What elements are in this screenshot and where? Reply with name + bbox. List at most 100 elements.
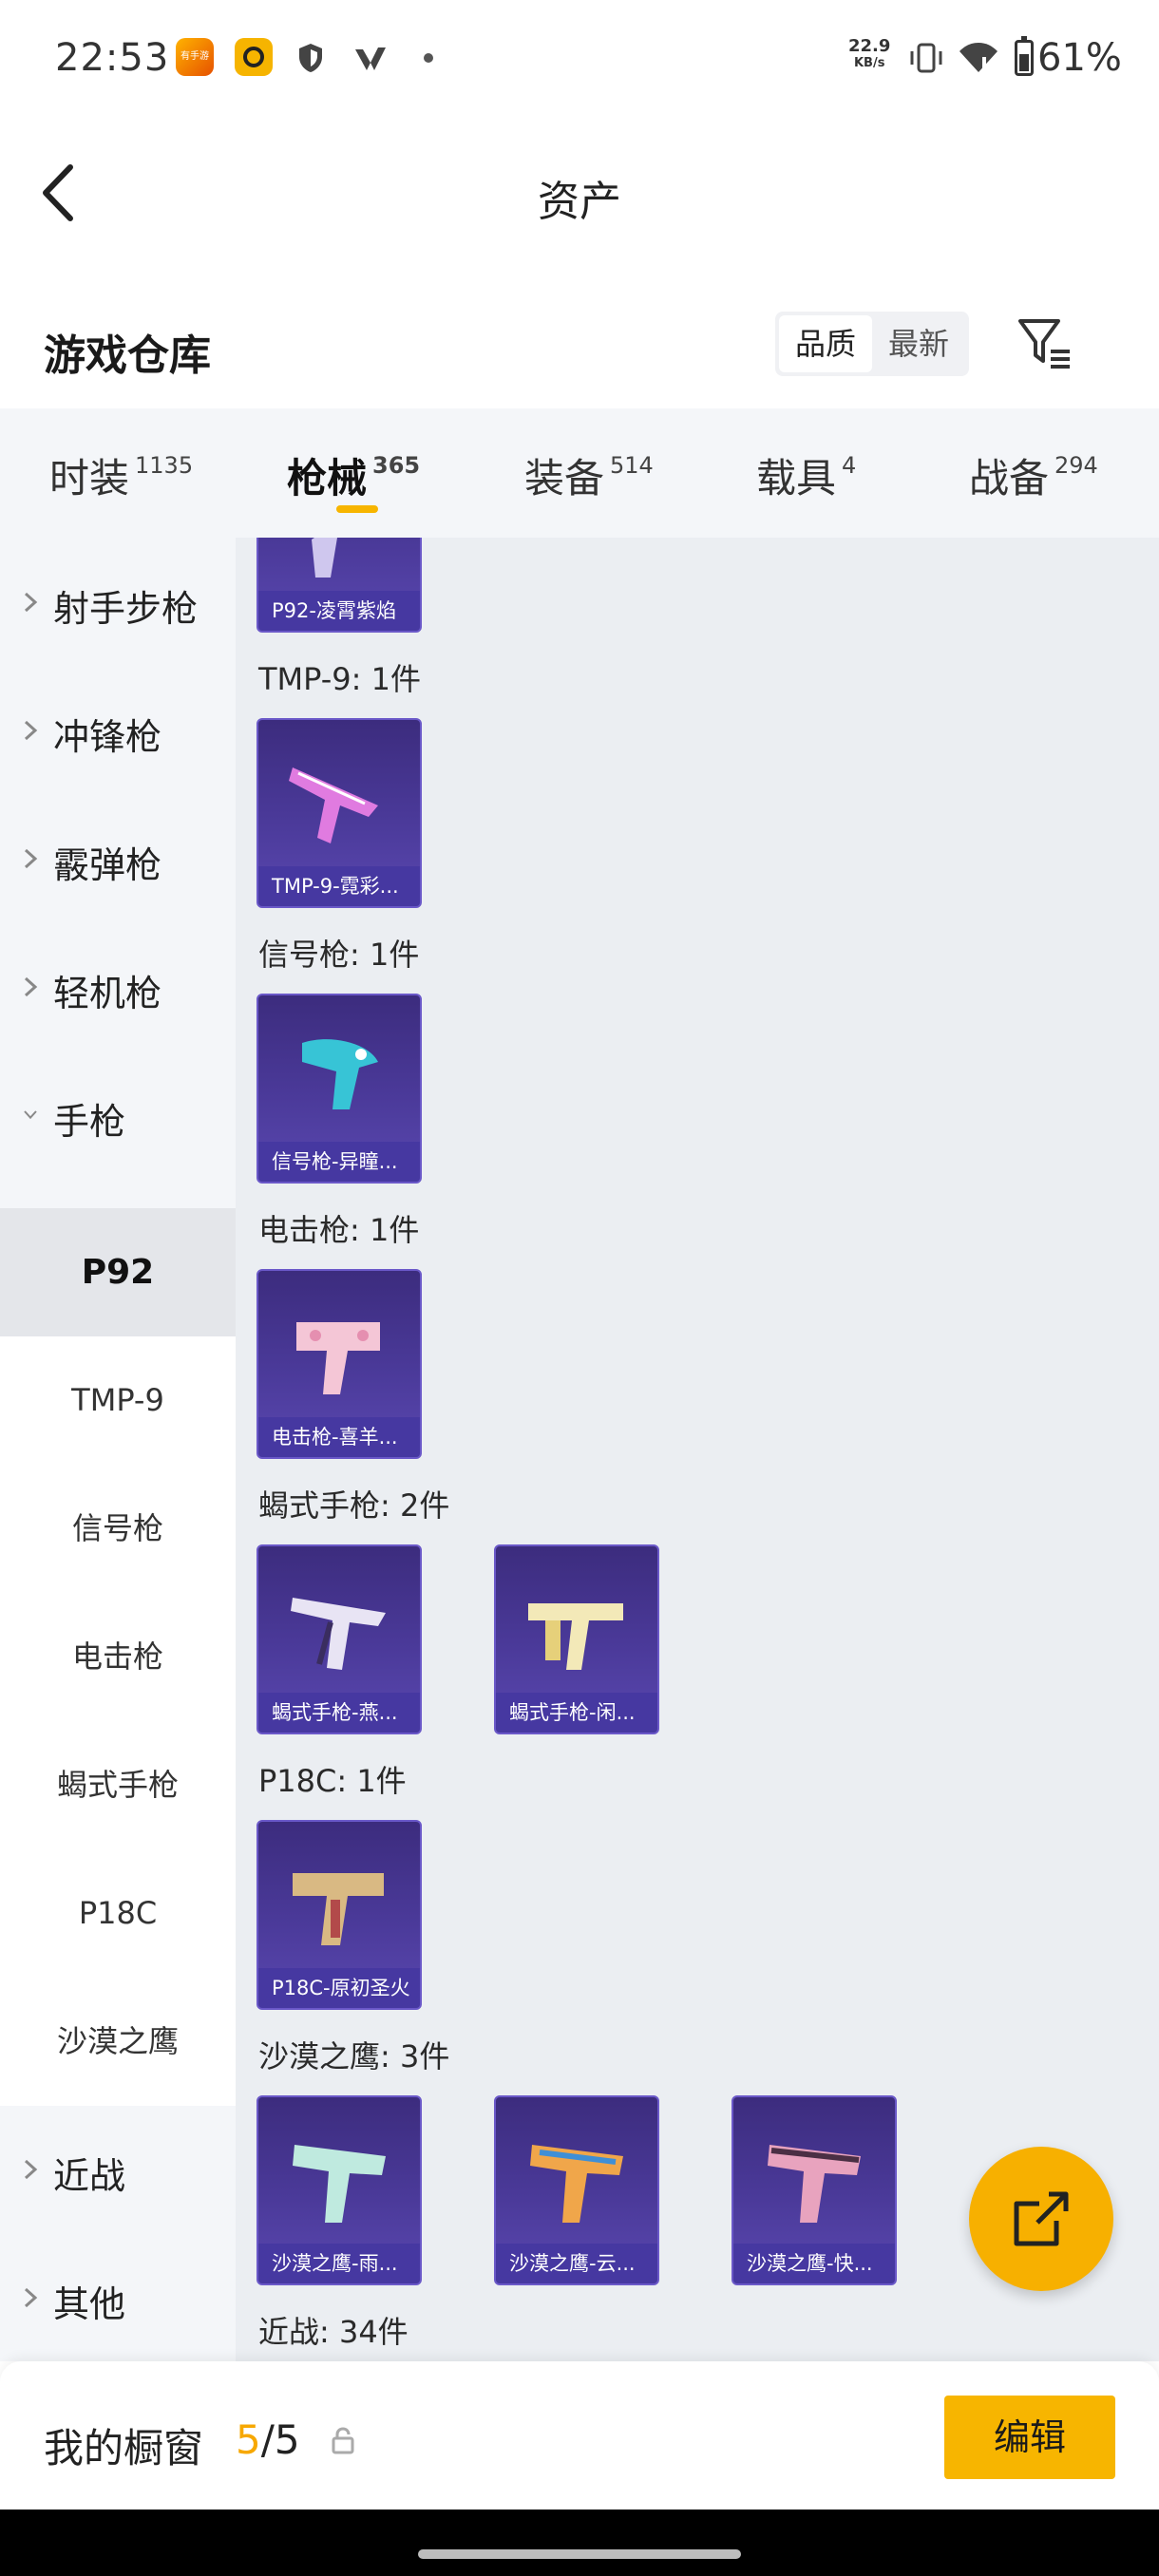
item-grid: P92-凌霄紫焰 TMP-9: 1件 TMP-9-霓彩... 信号枪: 1件 信… (236, 538, 1159, 2361)
group-label: TMP-9: 1件 (258, 661, 421, 697)
battery-icon (1015, 36, 1034, 76)
item-card-label: 沙漠之鹰-云... (496, 2244, 657, 2283)
tab-count: 365 (372, 452, 421, 479)
sidebar-sub-flare-gun[interactable]: 信号枪 (0, 1465, 236, 1593)
item-card[interactable]: P92-凌霄紫焰 (256, 538, 422, 633)
sidebar-item-smg[interactable]: 冲锋枪 (0, 666, 236, 794)
section-title: 游戏仓库 (44, 331, 211, 380)
chevron-down-icon (24, 1110, 37, 1120)
item-card[interactable]: 电击枪-喜羊... (256, 1269, 422, 1459)
pistol-icon (293, 1873, 384, 1945)
sidebar-sub-taser[interactable]: 电击枪 (0, 1593, 236, 1721)
tab-vehicles[interactable]: 载具 4 (756, 446, 856, 504)
v-logo-icon (355, 47, 386, 70)
tab-equipment[interactable]: 装备 514 (524, 446, 654, 504)
sidebar-item-label: 其他 (53, 2283, 126, 2325)
wifi-icon (960, 43, 998, 72)
sort-quality-button[interactable]: 品质 (779, 315, 872, 372)
network-speed-value: 22.9 (848, 36, 891, 56)
showcase-total: 5 (274, 2416, 300, 2463)
desert-eagle-icon (293, 2145, 386, 2223)
tab-combat-gear[interactable]: 战备 294 (969, 446, 1098, 504)
sidebar-item-melee[interactable]: 近战 (0, 2105, 236, 2233)
tab-label: 时装 (49, 455, 130, 502)
chevron-right-icon (24, 592, 38, 613)
chevron-right-icon (24, 848, 38, 869)
battery-percent: 61% (1037, 36, 1122, 80)
tab-label: 载具 (756, 455, 837, 502)
tab-label: 装备 (524, 455, 605, 502)
sidebar-item-label: 冲锋枪 (53, 716, 162, 758)
edit-button[interactable]: 编辑 (944, 2396, 1115, 2479)
sidebar-sub-p18c[interactable]: P18C (0, 1849, 236, 1978)
item-card-label: 蝎式手枪-燕... (258, 1693, 420, 1733)
status-bar: 22:53 有手游 22.9 KB/s 61% (0, 0, 1159, 114)
group-label: P18C: 1件 (258, 1763, 407, 1799)
network-speed-unit: KB/s (853, 56, 885, 70)
sidebar-item-shotgun[interactable]: 霰弹枪 (0, 794, 236, 922)
status-time: 22:53 (55, 36, 170, 80)
item-card-label: 信号枪-异瞳... (258, 1142, 420, 1182)
sort-toggle: 品质 最新 (775, 312, 969, 376)
smg-icon (289, 767, 378, 843)
item-card[interactable]: 信号枪-异瞳... (256, 994, 422, 1184)
item-card[interactable]: 沙漠之鹰-快... (732, 2095, 897, 2285)
item-card[interactable]: 沙漠之鹰-雨... (256, 2095, 422, 2285)
page-title: 资产 (538, 178, 621, 226)
weapon-type-sidebar: 射手步枪 冲锋枪 霰弹枪 轻机枪 手枪 P92 TMP-9 信号枪 电击枪 蝎式… (0, 538, 236, 2361)
sidebar-item-lmg[interactable]: 轻机枪 (0, 922, 236, 1051)
sidebar-item-marksman-rifle[interactable]: 射手步枪 (0, 538, 236, 666)
tab-fashion[interactable]: 时装 1135 (49, 446, 193, 504)
tab-count: 4 (842, 452, 857, 479)
group-label: 电击枪: 1件 (258, 1212, 420, 1248)
tab-label: 枪械 (287, 455, 368, 502)
flare-gun-icon (302, 1039, 378, 1109)
sidebar-sub-scorpion[interactable]: 蝎式手枪 (0, 1721, 236, 1849)
app2-notification-icon (235, 38, 273, 76)
item-card-label: 沙漠之鹰-雨... (258, 2244, 420, 2283)
sort-newest-button[interactable]: 最新 (872, 315, 965, 372)
app-notification-icon: 有手游 (176, 38, 214, 76)
filter-icon[interactable] (1016, 317, 1074, 370)
group-label: 信号枪: 1件 (258, 937, 420, 973)
tab-label: 战备 (969, 455, 1050, 502)
showcase-separator: / (260, 2416, 275, 2463)
tab-count: 514 (610, 452, 654, 479)
desert-eagle-icon (530, 2145, 623, 2223)
item-card[interactable]: P18C-原初圣火 (256, 1820, 422, 2010)
chevron-right-icon (24, 2287, 38, 2308)
item-card-label: P18C-原初圣火 (258, 1968, 420, 2008)
vibrate-icon (910, 43, 942, 73)
item-card[interactable]: TMP-9-霓彩... (256, 718, 422, 908)
chevron-right-icon (24, 976, 38, 997)
taser-icon (296, 1322, 380, 1394)
sidebar-item-label: 近战 (53, 2155, 126, 2197)
share-button[interactable] (969, 2147, 1113, 2291)
item-card[interactable]: 蝎式手枪-燕... (256, 1544, 422, 1734)
sidebar-item-pistol[interactable]: 手枪 (0, 1051, 236, 1179)
item-card[interactable]: 蝎式手枪-闲... (494, 1544, 659, 1734)
sidebar-sub-tmp9[interactable]: TMP-9 (0, 1336, 236, 1465)
sidebar-item-other[interactable]: 其他 (0, 2233, 236, 2361)
item-card[interactable]: 沙漠之鹰-云... (494, 2095, 659, 2285)
scorpion-pistol-icon (291, 1598, 386, 1670)
shield-icon (299, 44, 322, 72)
home-gesture-handle[interactable] (418, 2549, 741, 2559)
tab-count: 294 (1054, 452, 1098, 479)
sidebar-sub-desert-eagle[interactable]: 沙漠之鹰 (0, 1978, 236, 2106)
share-icon (1014, 2191, 1069, 2246)
scorpion-pistol-icon (528, 1603, 623, 1670)
item-card-label: 蝎式手枪-闲... (496, 1693, 657, 1733)
chevron-right-icon (24, 720, 38, 741)
tab-count: 1135 (135, 452, 194, 479)
sidebar-sub-p92[interactable]: P92 (0, 1208, 236, 1336)
sidebar-item-label: 手枪 (53, 1101, 126, 1143)
tab-firearms[interactable]: 枪械 365 (287, 446, 420, 504)
system-nav-bar (0, 2510, 1159, 2576)
lock-icon (332, 2427, 354, 2454)
group-label: 近战: 34件 (258, 2314, 408, 2350)
sidebar-item-label: 霰弹枪 (53, 844, 162, 886)
more-notifications-dot (424, 53, 433, 63)
sidebar-item-label: 射手步枪 (53, 588, 199, 630)
item-card-label: TMP-9-霓彩... (258, 866, 420, 906)
